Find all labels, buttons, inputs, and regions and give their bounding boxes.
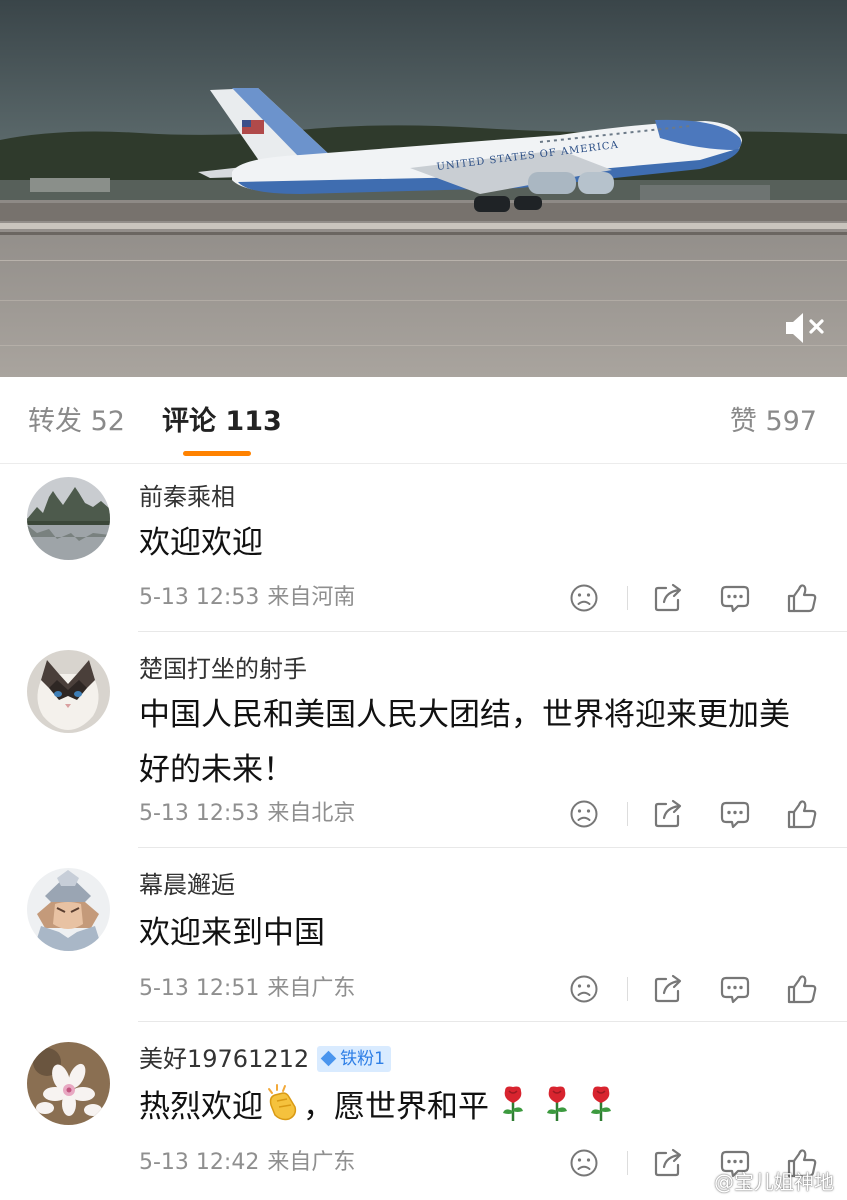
dislike-face-icon[interactable] (566, 580, 602, 616)
action-divider (627, 586, 628, 610)
comment-time: 5-13 12:42 (139, 1150, 260, 1175)
avatar[interactable] (27, 868, 110, 951)
clapping-hands-icon (263, 1083, 303, 1141)
rose-icon (497, 1083, 529, 1141)
tab-comments-label: 评论 (162, 406, 216, 437)
comment-text-part2: ，愿世界和平 (303, 1089, 489, 1125)
tab-repost[interactable]: 转发 52 (28, 405, 125, 439)
tab-likes-label: 赞 (729, 406, 757, 437)
comment-actions (566, 580, 826, 616)
like-icon[interactable] (784, 971, 820, 1007)
avatar[interactable] (27, 650, 110, 733)
avatar[interactable] (27, 1042, 110, 1125)
watermark-text: @宝儿姐神地 (714, 1170, 834, 1194)
comment-location: 来自河南 (267, 585, 356, 610)
weibo-logo-icon (684, 1173, 710, 1200)
tab-repost-count: 52 (90, 406, 125, 437)
rose-icon (585, 1083, 617, 1141)
comment-username[interactable]: 前秦乘相 (139, 482, 235, 512)
comment-meta: 5-13 12:51 来自广东 (139, 975, 363, 1003)
reply-icon[interactable] (717, 971, 753, 1007)
speaker-muted-icon[interactable] (782, 310, 828, 346)
comment-item: 前秦乘相 欢迎欢迎 5-13 12:53 来自河南 (0, 464, 847, 632)
like-icon[interactable] (784, 580, 820, 616)
comment-username[interactable]: 幕晨邂逅 (139, 870, 235, 900)
comment-meta: 5-13 12:53 来自河南 (139, 584, 363, 612)
dislike-face-icon[interactable] (566, 796, 602, 832)
dislike-face-icon[interactable] (566, 971, 602, 1007)
comment-actions (566, 971, 826, 1007)
video-player[interactable]: UNITED STATES OF AMERICA (0, 0, 847, 377)
comment-text: 中国人民和美国人民大团结，世界将迎来更加美好的未来！ (139, 697, 790, 788)
comment-text: 热烈欢迎 ，愿世界和平 (139, 1080, 819, 1141)
rose-icon (541, 1083, 573, 1141)
action-divider (627, 802, 628, 826)
tab-repost-label: 转发 (28, 406, 82, 437)
diamond-icon (320, 1050, 337, 1067)
avatar[interactable] (27, 477, 110, 560)
share-icon[interactable] (650, 971, 686, 1007)
comment-text: 欢迎来到中国 (139, 915, 325, 951)
watermark: @宝儿姐神地 (684, 1167, 834, 1197)
comment-username[interactable]: 楚国打坐的射手 (139, 654, 307, 684)
action-divider (627, 1151, 628, 1175)
comment-text: 欢迎欢迎 (139, 525, 263, 561)
fan-badge[interactable]: 铁粉1 (317, 1045, 391, 1072)
comment-location: 来自广东 (267, 1150, 356, 1175)
comment-actions (566, 796, 826, 832)
comment-text-part1: 热烈欢迎 (139, 1089, 263, 1125)
share-icon[interactable] (650, 796, 686, 832)
comment-meta: 5-13 12:53 来自北京 (139, 800, 363, 828)
like-icon[interactable] (784, 796, 820, 832)
comment-username-text: 美好19761212 (139, 1045, 310, 1073)
video-frame-airplane: UNITED STATES OF AMERICA (0, 0, 847, 377)
tab-likes[interactable]: 赞 597 (730, 405, 817, 439)
tab-comments-count: 113 (225, 406, 282, 437)
comment-username[interactable]: 美好19761212 铁粉1 (139, 1044, 391, 1074)
comment-location: 来自广东 (267, 976, 356, 1001)
reply-icon[interactable] (717, 580, 753, 616)
reply-icon[interactable] (717, 796, 753, 832)
comment-item: 幕晨邂逅 欢迎来到中国 5-13 12:51 来自广东 (0, 848, 847, 1022)
fan-badge-label: 铁粉1 (340, 1048, 385, 1069)
dislike-face-icon[interactable] (566, 1145, 602, 1181)
active-tab-indicator (183, 451, 251, 456)
tab-comments[interactable]: 评论 113 (162, 405, 282, 439)
share-icon[interactable] (650, 580, 686, 616)
action-divider (627, 977, 628, 1001)
comment-location: 来自北京 (267, 801, 356, 826)
comment-time: 5-13 12:53 (139, 585, 260, 610)
share-icon[interactable] (650, 1145, 686, 1181)
comment-tabs: 转发 52 评论 113 赞 597 (0, 377, 847, 464)
comment-item: 楚国打坐的射手 中国人民和美国人民大团结，世界将迎来更加美好的未来！ 5-13 … (0, 632, 847, 848)
tab-likes-count: 597 (765, 406, 817, 437)
comment-time: 5-13 12:53 (139, 801, 260, 826)
comment-meta: 5-13 12:42 来自广东 (139, 1149, 363, 1177)
comment-time: 5-13 12:51 (139, 976, 260, 1001)
